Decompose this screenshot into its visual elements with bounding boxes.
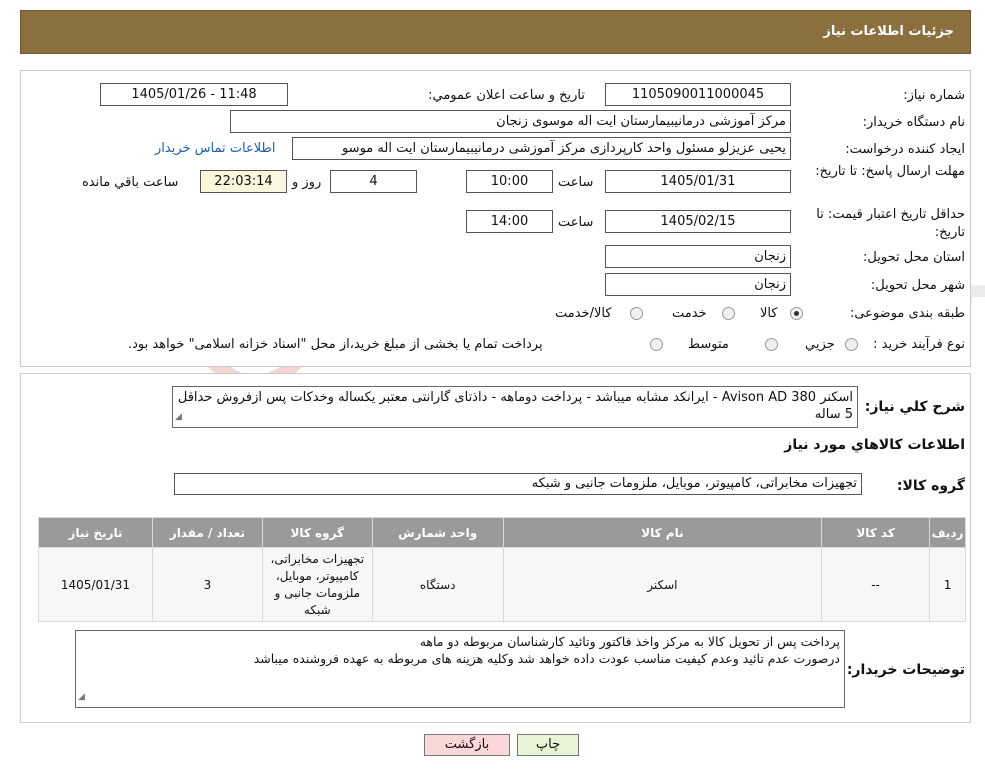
cell-name: اسکنر bbox=[502, 547, 823, 622]
col-date: تاریخ نیاز bbox=[38, 517, 153, 548]
goods-group-field: تجهیزات مخابراتی، کامپیوتر، موبایل، ملزو… bbox=[174, 473, 862, 495]
process-note: پرداخت تمام یا بخشی از مبلغ خرید،از محل … bbox=[128, 337, 543, 352]
col-qty: تعداد / مقدار bbox=[151, 517, 263, 548]
goods-section-title: اطلاعات کالاهاي مورد نياز bbox=[784, 437, 965, 453]
process-label: نوع فرآیند خرید : bbox=[873, 337, 965, 352]
category-radio-goods-service[interactable] bbox=[630, 307, 643, 320]
province-label: استان محل تحویل: bbox=[863, 250, 965, 265]
buyer-org-field: مرکز آموزشی درمانیبیمارستان ایت اله موسو… bbox=[230, 110, 791, 133]
goods-group-label: گروه کالا: bbox=[896, 478, 965, 494]
category-radio-goods[interactable] bbox=[790, 307, 803, 320]
process-radio-minor[interactable] bbox=[845, 338, 858, 351]
buyer-org-label: نام دستگاه خریدار: bbox=[862, 115, 965, 130]
table-row: 1 -- اسکنر دستگاه تجهیزات مخابراتی، کامپ… bbox=[38, 547, 966, 622]
cell-unit: دستگاه bbox=[371, 547, 504, 622]
announce-label: تاریخ و ساعت اعلان عمومي: bbox=[428, 88, 585, 103]
description-text: اسکنر Avison AD 380 - ایرانکد مشابه میبا… bbox=[177, 390, 853, 422]
deadline-date-field: 1405/01/31 bbox=[605, 170, 791, 193]
deadline-days-field: 4 bbox=[330, 170, 417, 193]
remaining-time-field: 22:03:14 bbox=[200, 170, 287, 193]
category-radio-service[interactable] bbox=[722, 307, 735, 320]
need-number-label: شماره نیاز: bbox=[903, 88, 965, 103]
city-field: زنجان bbox=[605, 273, 791, 296]
resize-grip-icon[interactable]: ◢ bbox=[78, 689, 85, 706]
city-label: شهر محل تحویل: bbox=[870, 278, 965, 293]
province-field: زنجان bbox=[605, 245, 791, 268]
buyer-notes-line-2: درصورت عدم تائید وعدم کیفیت مناسب عودت د… bbox=[253, 651, 840, 666]
cell-qty: 3 bbox=[151, 547, 263, 622]
col-code: کد کالا bbox=[821, 517, 931, 548]
description-textarea[interactable]: اسکنر Avison AD 380 - ایرانکد مشابه میبا… bbox=[172, 386, 858, 428]
process-option-minor: جزيي bbox=[805, 337, 835, 352]
need-number-field: 1105090011000045 bbox=[605, 83, 791, 106]
validity-label-text: حداقل تاریخ اعتبار قیمت: تا تاریخ: bbox=[816, 207, 965, 240]
page-header: جزئیات اطلاعات نیاز bbox=[20, 10, 971, 54]
category-option-service: خدمت bbox=[672, 306, 707, 321]
cell-date: 1405/01/31 bbox=[38, 547, 153, 622]
col-row: رديف bbox=[929, 517, 966, 548]
validity-date-field: 1405/02/15 bbox=[605, 210, 791, 233]
process-option-medium: متوسط bbox=[688, 337, 729, 352]
process-radio-treasury[interactable] bbox=[650, 338, 663, 351]
announce-field: 1405/01/26 - 11:48 bbox=[100, 83, 288, 106]
cell-row: 1 bbox=[929, 547, 966, 622]
description-label: شرح کلي نياز: bbox=[864, 399, 965, 415]
deadline-time-label: ساعت bbox=[558, 175, 594, 190]
print-button[interactable]: چاپ bbox=[517, 734, 579, 756]
items-table: رديف کد کالا نام کالا واحد شمارش گروه کا… bbox=[38, 517, 966, 622]
col-group: گروه کالا bbox=[261, 517, 373, 548]
page-title: جزئیات اطلاعات نیاز bbox=[823, 24, 954, 39]
deadline-label-text: مهلت ارسال پاسخ: تا تاریخ: bbox=[815, 164, 965, 179]
resize-grip-icon[interactable]: ◢ bbox=[175, 409, 182, 426]
validity-label: حداقل تاریخ اعتبار قیمت: تا تاریخ: bbox=[805, 206, 965, 242]
buyer-notes-label: توضیحات خریدار: bbox=[846, 662, 965, 678]
deadline-days-label: روز و bbox=[292, 175, 322, 190]
requester-label: ایجاد کننده درخواست: bbox=[845, 142, 965, 157]
buyer-notes-line-1: پرداخت پس از تحویل کالا به مرکز واخذ فاک… bbox=[419, 634, 840, 649]
buyer-notes-textarea[interactable]: پرداخت پس از تحویل کالا به مرکز واخذ فاک… bbox=[75, 630, 845, 708]
validity-time-label: ساعت bbox=[558, 215, 594, 230]
buyer-contact-link[interactable]: اطلاعات تماس خریدار bbox=[155, 141, 275, 156]
col-name: نام کالا bbox=[502, 517, 823, 548]
deadline-label: مهلت ارسال پاسخ: تا تاریخ: bbox=[805, 163, 965, 181]
category-option-goods-service: کالا/خدمت bbox=[555, 306, 612, 321]
col-unit: واحد شمارش bbox=[371, 517, 504, 548]
category-option-goods: کالا bbox=[760, 306, 778, 321]
validity-time-field: 14:00 bbox=[466, 210, 553, 233]
requester-field: یحیی عزیزلو مسئول واحد کارپردازی مرکز آم… bbox=[292, 137, 791, 160]
category-label: طبقه بندی موضوعی: bbox=[849, 306, 965, 321]
back-button[interactable]: بازگشت bbox=[424, 734, 510, 756]
remaining-time-label: ساعت باقي مانده bbox=[82, 175, 179, 190]
process-radio-medium[interactable] bbox=[765, 338, 778, 351]
items-table-header-row: رديف کد کالا نام کالا واحد شمارش گروه کا… bbox=[38, 517, 966, 548]
cell-group: تجهیزات مخابراتی، کامپیوتر، موبایل، ملزو… bbox=[261, 547, 373, 622]
items-table-wrapper: رديف کد کالا نام کالا واحد شمارش گروه کا… bbox=[38, 517, 966, 622]
deadline-time-field: 10:00 bbox=[466, 170, 553, 193]
cell-code: -- bbox=[821, 547, 931, 622]
